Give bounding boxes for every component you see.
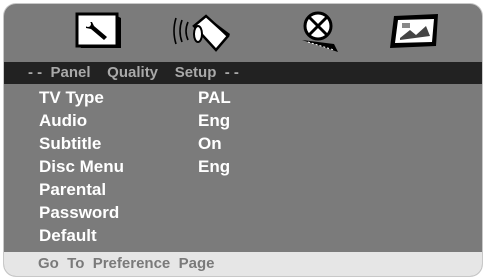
menu-label: TV Type [39, 88, 104, 107]
menu-label: Default [39, 226, 97, 245]
disc-satellite-icon[interactable] [294, 10, 346, 52]
menu-label: Disc Menu [39, 157, 125, 176]
menu-label: Password [39, 203, 120, 222]
menu-label: Parental [39, 180, 107, 199]
picture-frame-icon[interactable] [386, 10, 442, 52]
menu-label: Subtitle [39, 134, 102, 153]
menu-row-default[interactable]: Default [4, 224, 482, 247]
menu-row-audio[interactable]: Audio Eng [4, 109, 482, 132]
footer-label: Go To Preference Page [38, 255, 215, 272]
tab-bar-label[interactable]: - - Panel Quality Setup - - [28, 62, 239, 84]
icon-row [4, 4, 482, 56]
menu-value: Eng [198, 157, 231, 176]
footer-bar: Go To Preference Page [4, 252, 482, 276]
menu-row-tv-type[interactable]: TV Type PAL [4, 86, 482, 109]
wrench-icon[interactable] [72, 10, 124, 52]
menu-value: On [198, 134, 222, 153]
menu-row-parental[interactable]: Parental [4, 178, 482, 201]
menu-row-password[interactable]: Password [4, 201, 482, 224]
menu-value: PAL [198, 88, 231, 107]
speaker-icon[interactable] [172, 10, 232, 52]
menu-label: Audio [39, 111, 88, 130]
menu-row-subtitle[interactable]: Subtitle On [4, 132, 482, 155]
tab-bar: - - Panel Quality Setup - - [4, 62, 482, 84]
menu-row-disc-menu[interactable]: Disc Menu Eng [4, 155, 482, 178]
menu-value: Eng [198, 111, 231, 130]
osd-screen: - - Panel Quality Setup - - TV Type PAL … [4, 4, 482, 276]
